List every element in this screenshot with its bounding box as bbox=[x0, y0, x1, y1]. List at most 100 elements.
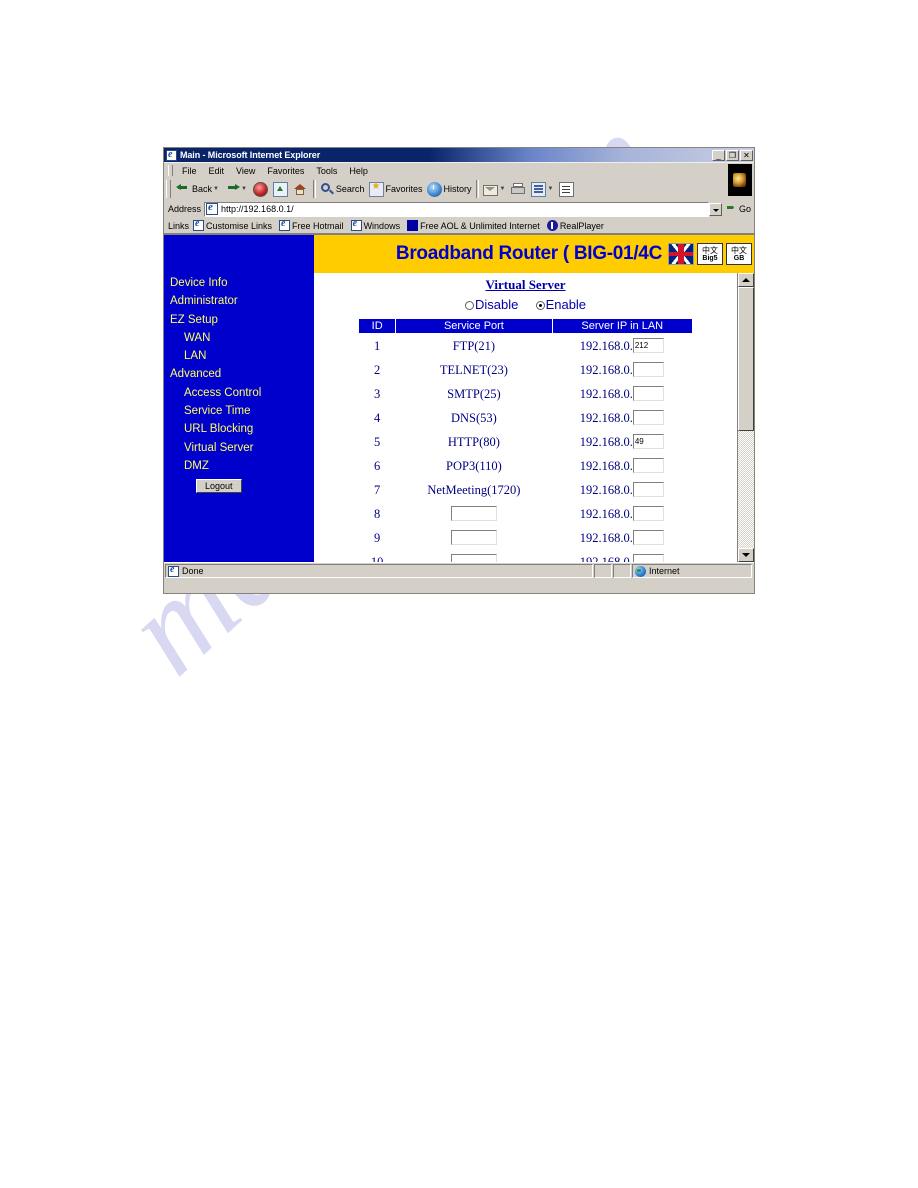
link-icon bbox=[350, 218, 362, 231]
mail-button[interactable]: ▼ bbox=[481, 179, 509, 199]
link-windows[interactable]: Windows bbox=[350, 218, 400, 231]
cell-id: 5 bbox=[374, 434, 381, 449]
discuss-button[interactable] bbox=[557, 179, 577, 199]
server-ip-input[interactable] bbox=[632, 386, 664, 401]
title-bar[interactable]: Main - Microsoft Internet Explorer _ ❐ ✕ bbox=[164, 148, 754, 162]
menu-item-view[interactable]: View bbox=[230, 166, 261, 176]
minimize-button[interactable]: _ bbox=[712, 149, 725, 161]
sidebar-item-access-control[interactable]: Access Control bbox=[164, 384, 314, 402]
column-header-service-port: Service Port bbox=[395, 318, 553, 334]
home-icon bbox=[293, 182, 308, 197]
chinese-big5-glyph: 中文 bbox=[702, 245, 718, 255]
search-button[interactable]: Search bbox=[318, 179, 368, 199]
stop-button[interactable] bbox=[251, 179, 271, 199]
back-dropdown-icon[interactable]: ▼ bbox=[213, 186, 219, 192]
scroll-down-button[interactable] bbox=[738, 548, 754, 562]
status-page-icon bbox=[168, 564, 179, 577]
chinese-big5-button[interactable]: 中文 Big5 bbox=[697, 243, 723, 265]
forward-dropdown-icon[interactable]: ▼ bbox=[241, 186, 247, 192]
server-ip-input[interactable] bbox=[632, 506, 664, 521]
toolbar-grip[interactable] bbox=[166, 180, 171, 198]
server-ip-input[interactable] bbox=[632, 362, 664, 377]
edit-button[interactable]: ▼ bbox=[529, 179, 557, 199]
favorites-button[interactable]: Favorites bbox=[367, 179, 425, 199]
back-button[interactable]: Back ▼ bbox=[174, 179, 223, 199]
edit-dropdown-icon[interactable]: ▼ bbox=[547, 186, 553, 192]
service-port-input[interactable] bbox=[450, 530, 497, 545]
menu-item-tools[interactable]: Tools bbox=[310, 166, 343, 176]
server-ip-input[interactable] bbox=[632, 410, 664, 425]
link-customise-links[interactable]: Customise Links bbox=[193, 218, 272, 231]
search-icon bbox=[320, 182, 335, 197]
scrollbar-thumb[interactable] bbox=[738, 287, 754, 431]
ip-prefix-label: 192.168.0. bbox=[579, 435, 633, 449]
go-arrow-icon bbox=[726, 203, 738, 215]
sidebar-item-url-blocking[interactable]: URL Blocking bbox=[164, 420, 314, 438]
maximize-button[interactable]: ❐ bbox=[726, 149, 739, 161]
link-realplayer[interactable]: RealPlayer bbox=[546, 220, 604, 231]
radio-disable-dot[interactable] bbox=[464, 301, 474, 310]
stop-icon bbox=[252, 181, 268, 197]
link-free-hotmail[interactable]: Free Hotmail bbox=[279, 218, 344, 231]
logout-button[interactable]: Logout bbox=[196, 479, 242, 494]
menu-item-favorites[interactable]: Favorites bbox=[261, 166, 310, 176]
cell-server-ip: 192.168.0. bbox=[552, 382, 692, 406]
uk-flag-icon[interactable] bbox=[668, 243, 694, 265]
cell-service-port: DNS(53) bbox=[451, 410, 497, 425]
scroll-up-button[interactable] bbox=[738, 273, 754, 287]
cell-server-ip: 192.168.0. bbox=[552, 454, 692, 478]
cell-service-port: HTTP(80) bbox=[447, 434, 500, 449]
status-text: Done bbox=[182, 566, 204, 576]
sidebar-item-virtual-server[interactable]: Virtual Server bbox=[164, 439, 314, 457]
address-dropdown-button[interactable] bbox=[708, 202, 722, 216]
sidebar-item-device-info[interactable]: Device Info bbox=[164, 274, 314, 292]
server-ip-input[interactable] bbox=[632, 554, 664, 562]
service-port-input[interactable] bbox=[450, 554, 497, 562]
menu-item-edit[interactable]: Edit bbox=[203, 166, 231, 176]
sidebar-item-ez-setup[interactable]: EZ Setup bbox=[164, 311, 314, 329]
service-port-input[interactable] bbox=[450, 506, 497, 521]
sidebar-item-administrator[interactable]: Administrator bbox=[164, 292, 314, 310]
refresh-button[interactable] bbox=[271, 179, 291, 199]
table-row: 9 192.168.0. bbox=[359, 526, 693, 550]
link-free-aol[interactable]: Free AOL & Unlimited Internet bbox=[407, 220, 540, 231]
server-ip-input[interactable] bbox=[632, 458, 664, 473]
server-ip-input[interactable] bbox=[632, 530, 664, 545]
table-row: 4 DNS(53) 192.168.0. bbox=[359, 406, 693, 430]
server-ip-input[interactable]: 212 bbox=[632, 338, 664, 353]
cell-id: 8 bbox=[374, 506, 381, 521]
sidebar-item-dmz[interactable]: DMZ bbox=[164, 457, 314, 475]
toolbar-separator-2 bbox=[476, 180, 480, 198]
chinese-gb-button[interactable]: 中文 GB bbox=[726, 243, 752, 265]
mail-dropdown-icon[interactable]: ▼ bbox=[499, 186, 505, 192]
forward-button[interactable]: ▼ bbox=[223, 179, 251, 199]
address-bar: Address http://192.168.0.1/ Go bbox=[164, 200, 754, 218]
discuss-icon bbox=[559, 181, 575, 197]
history-button[interactable]: History bbox=[425, 179, 474, 199]
link-label: RealPlayer bbox=[559, 220, 604, 231]
menu-item-help[interactable]: Help bbox=[343, 166, 374, 176]
sidebar-item-service-time[interactable]: Service Time bbox=[164, 402, 314, 420]
home-button[interactable] bbox=[291, 179, 311, 199]
close-button[interactable]: ✕ bbox=[740, 149, 753, 161]
sidebar-item-lan[interactable]: LAN bbox=[164, 347, 314, 365]
scrollbar-track[interactable] bbox=[738, 287, 754, 548]
server-ip-input[interactable]: 49 bbox=[632, 434, 664, 449]
page-vertical-scrollbar[interactable] bbox=[737, 273, 754, 562]
cell-server-ip: 192.168.0. 49 bbox=[552, 430, 692, 454]
column-header-id: ID bbox=[357, 318, 397, 334]
sidebar-item-advanced[interactable]: Advanced bbox=[164, 365, 314, 383]
address-input[interactable]: http://192.168.0.1/ bbox=[204, 201, 709, 217]
aol-icon bbox=[407, 220, 419, 231]
menu-item-file[interactable]: File bbox=[176, 166, 203, 176]
print-button[interactable] bbox=[509, 179, 529, 199]
sidebar-item-wan[interactable]: WAN bbox=[164, 329, 314, 347]
radio-enable[interactable]: Enable bbox=[535, 297, 586, 312]
radio-disable[interactable]: Disable bbox=[464, 297, 518, 312]
cell-service-port: SMTP(25) bbox=[447, 386, 501, 401]
security-zone[interactable]: Internet bbox=[632, 564, 752, 578]
server-ip-input[interactable] bbox=[632, 482, 664, 497]
go-button[interactable]: Go bbox=[723, 203, 754, 215]
radio-enable-dot[interactable] bbox=[535, 301, 545, 310]
table-row: 2 TELNET(23) 192.168.0. bbox=[359, 358, 693, 382]
